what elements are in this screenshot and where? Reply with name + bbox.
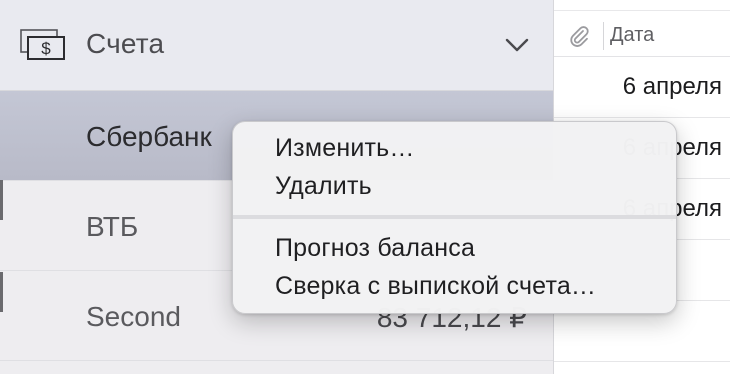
window-edge [0,180,3,220]
menu-item-delete[interactable]: Удалить [275,172,372,201]
account-name: Сбербанк [86,121,212,152]
chevron-down-icon[interactable] [505,37,529,53]
menu-item-edit[interactable]: Изменить… [275,134,415,163]
paperclip-icon[interactable] [568,24,590,48]
table-header: Дата [554,0,730,57]
context-menu: Изменить… Удалить Прогноз баланса Сверка… [232,121,677,314]
window-edge [0,272,3,312]
account-name: ВТБ [86,211,139,242]
accounts-section-header[interactable]: $ Счета [0,0,553,91]
column-separator [603,22,604,50]
date-column-header[interactable]: Дата [610,24,654,47]
menu-item-reconcile-statement[interactable]: Сверка с выпиской счета… [275,272,596,301]
account-name: Second [86,301,181,332]
table-row[interactable]: 6 апреля [554,57,730,118]
menu-item-balance-forecast[interactable]: Прогноз баланса [275,234,475,263]
svg-text:$: $ [41,39,51,58]
money-dollar-icon: $ [20,29,65,60]
section-title: Счета [86,28,165,59]
menu-separator [233,215,676,219]
date-cell: 6 апреля [622,73,722,100]
